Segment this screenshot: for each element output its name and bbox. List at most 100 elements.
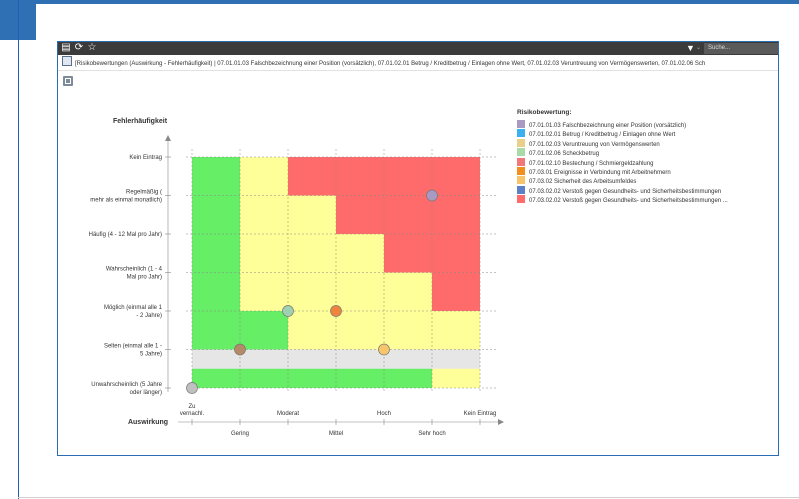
heatmap-cell	[336, 195, 384, 234]
y-tick-label-line: oder länger)	[130, 390, 162, 396]
x-tick-label: Sehr hoch	[418, 431, 445, 437]
heatmap-cell	[384, 368, 432, 388]
y-tick-label-line: Regelmäßig (	[126, 190, 162, 196]
y-tick-label-line: Selten (einmal alle 1 -	[104, 344, 162, 350]
x-tick-label: Zu vernachl.	[180, 404, 205, 417]
legend-swatch	[517, 176, 525, 185]
y-tick-label: Möglich (einmal alle 1 - 2 Jahre)	[104, 305, 163, 319]
legend-item[interactable]: 07.01.02.03 Veruntreuung von Vermögenswe…	[517, 138, 777, 148]
x-axis-title: Auswirkung	[128, 419, 168, 426]
x-tick-label: Kein Eintrag	[464, 411, 497, 417]
legend-label: 07.01.01.03 Falschbezeichnung einer Posi…	[529, 123, 687, 129]
bottom-border-line	[18, 497, 799, 498]
x-tick-label-line: Mittel	[329, 431, 343, 437]
legend-swatch	[517, 129, 525, 138]
legend-item[interactable]: 07.01.01.03 Falschbezeichnung einer Posi…	[517, 120, 777, 129]
legend-swatch	[517, 157, 525, 166]
y-tick-label-line: Mal pro Jahr)	[127, 275, 162, 281]
legend-swatch	[517, 185, 525, 194]
legend-item[interactable]: 07.03.01 Ereignisse in Verbindung mit Ar…	[517, 166, 777, 176]
legend-item[interactable]: 07.03.02.02 Verstoß gegen Gesundheits- u…	[517, 195, 777, 204]
heatmap-cell	[432, 157, 480, 196]
heatmap-cell	[336, 234, 384, 273]
heatmap-cell	[192, 311, 240, 350]
risk-point[interactable]	[330, 305, 342, 317]
risk-point[interactable]	[186, 382, 198, 394]
y-tick-label-line: - 2 Jahre)	[136, 313, 162, 319]
y-tick-label: Wahrscheinlich (1 - 4 Mal pro Jahr)	[106, 267, 163, 281]
x-tick-label-line: Kein Eintrag	[464, 411, 497, 417]
top-accent-bar	[0, 0, 799, 4]
heatmap-cell	[192, 195, 240, 234]
risk-point[interactable]	[234, 343, 246, 356]
risk-matrix-chart: Fehlerhäufigkeit Auswirkung Unwahrscheinli…	[89, 118, 504, 437]
legend-item[interactable]: 07.03.02 Sicherheit des Arbeitsumfeldes	[517, 176, 777, 185]
y-tick-label-line: Kein Eintrag	[129, 155, 162, 161]
y-tick-label-line: Häufig (4 - 12 Mal pro Jahr)	[89, 232, 162, 238]
risk-point[interactable]	[378, 343, 390, 356]
y-tick-label: Häufig (4 - 12 Mal pro Jahr)	[89, 232, 162, 238]
x-tick-label: Gering	[231, 431, 249, 437]
legend-label: 07.03.02.02 Verstoß gegen Gesundheits- u…	[529, 188, 722, 195]
legend-item[interactable]: 07.01.02.06 Scheckbetrug	[517, 148, 777, 157]
heatmap-cell	[240, 195, 288, 234]
legend-swatch	[517, 120, 525, 128]
heatmap-cell	[432, 311, 480, 350]
legend-label: 07.01.02.01 Betrug / Kreditbetrug / Einl…	[529, 132, 676, 139]
app-frame: ▤ ⟳ ☆ ▼ ⌄ Suche... [Risikobewertungen (A…	[0, 0, 799, 499]
heatmap-cell	[432, 368, 480, 388]
heatmap-cell	[336, 157, 384, 196]
heatmap-cell	[288, 195, 336, 234]
legend-item[interactable]: 07.01.02.01 Betrug / Kreditbetrug / Einl…	[517, 129, 777, 138]
heatmap-cell	[384, 157, 432, 196]
heatmap-cell	[240, 157, 288, 196]
legend-label: 07.01.02.06 Scheckbetrug	[529, 151, 600, 158]
y-tick-label: Kein Eintrag	[129, 155, 162, 161]
y-tick-label-line: 5 Jahre)	[140, 352, 162, 358]
legend-label: 07.01.02.10 Bestechung / Schmiergeldzahl…	[529, 160, 654, 167]
heatmap-cell	[288, 368, 336, 388]
legend-label: 07.01.02.03 Veruntreuung von Vermögenswe…	[529, 141, 660, 148]
legend-swatch	[517, 166, 525, 175]
risk-point[interactable]	[426, 189, 438, 202]
risk-matrix-window: ▤ ⟳ ☆ ▼ ⌄ Suche... [Risikobewertungen (A…	[57, 41, 779, 456]
heatmap-cell	[288, 234, 336, 273]
heatmap-cell	[240, 272, 288, 311]
y-tick-label: Unwahrscheinlich (5 Jahre oder länger)	[91, 382, 162, 396]
x-tick-label: Mittel	[329, 431, 343, 437]
y-tick-label-line: Unwahrscheinlich (5 Jahre	[91, 382, 162, 388]
heatmap-cell	[288, 272, 336, 311]
heatmap-cell	[432, 234, 480, 273]
heatmap-cell	[240, 234, 288, 273]
heatmap-cell	[288, 311, 336, 350]
x-axis-arrow	[498, 419, 504, 425]
x-tick-label-line: Zu	[188, 404, 195, 410]
heatmap-cell	[336, 368, 384, 388]
risk-point[interactable]	[282, 305, 294, 317]
x-tick-label-line: Sehr hoch	[418, 431, 445, 437]
left-border-line	[18, 0, 19, 499]
y-tick-label-line: Wahrscheinlich (1 - 4	[106, 267, 163, 273]
legend-item[interactable]: 07.03.02.02 Verstoß gegen Gesundheits- u…	[517, 185, 777, 195]
x-tick-label-line: vernachl.	[180, 411, 205, 417]
legend-label: 07.03.01 Ereignisse in Verbindung mit Ar…	[529, 169, 671, 176]
heatmap-cell	[192, 157, 240, 196]
legend-item[interactable]: 07.01.02.10 Bestechung / Schmiergeldzahl…	[517, 157, 777, 167]
heatmap-cell	[384, 195, 432, 234]
x-tick-label-line: Moderat	[277, 411, 299, 417]
heatmap-cell	[192, 234, 240, 273]
y-axis-title: Fehlerhäufigkeit	[113, 118, 168, 125]
heatmap-cell	[240, 311, 288, 350]
legend-swatch	[517, 195, 525, 204]
x-tick-label: Hoch	[377, 411, 391, 417]
heatmap-cell	[192, 272, 240, 311]
x-tick-label: Moderat	[277, 411, 299, 417]
x-tick-label-line: Gering	[231, 431, 249, 437]
heatmap-cell	[240, 368, 288, 388]
y-tick-label: Regelmäßig (mehr als einmal monatlich)	[90, 190, 162, 204]
heatmap-cell	[336, 272, 384, 311]
legend-swatch	[517, 138, 525, 147]
legend-label: 07.03.02 Sicherheit des Arbeitsumfeldes	[529, 179, 637, 186]
heatmap-cell	[336, 311, 384, 350]
heatmap-cell	[384, 272, 432, 311]
